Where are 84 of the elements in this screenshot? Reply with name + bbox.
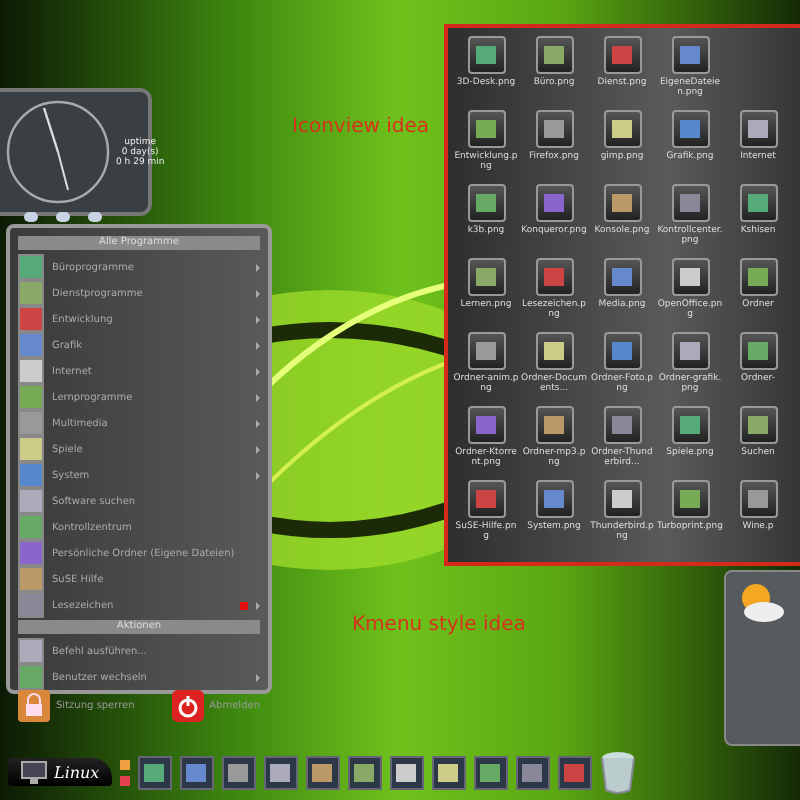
- app-tile-icon: [535, 406, 573, 444]
- widget-button[interactable]: [56, 212, 70, 222]
- widget-button[interactable]: [88, 212, 102, 222]
- app-tile-icon: [603, 110, 641, 148]
- app-tile-icon: [535, 258, 573, 296]
- submenu-arrow-icon: [256, 367, 260, 375]
- widget-button[interactable]: [24, 212, 38, 222]
- taskbar-app-icon[interactable]: [557, 755, 592, 789]
- action-icon: [18, 664, 44, 690]
- submenu-arrow-icon: [256, 673, 260, 681]
- trash-can-icon: [599, 750, 636, 794]
- app-category-icon: [18, 514, 44, 540]
- app-tile-icon: [671, 184, 709, 222]
- app-tile-icon: [739, 258, 777, 296]
- app-tile-icon: [467, 406, 505, 444]
- app-tile-icon: [671, 258, 709, 296]
- app-tile-icon: [671, 332, 709, 370]
- app-tile-icon: [603, 258, 641, 296]
- app-category-icon: [18, 306, 44, 332]
- app-category-icon: [18, 462, 44, 488]
- submenu-arrow-icon: [256, 601, 260, 609]
- app-tile-icon: [467, 110, 505, 148]
- app-tile-icon: [535, 332, 573, 370]
- app-category-icon: [18, 254, 44, 280]
- app-category-icon: [18, 358, 44, 384]
- taskbar-app-icon[interactable]: [221, 755, 256, 789]
- app-tile-icon: [671, 36, 709, 74]
- app-tile-icon: [739, 406, 777, 444]
- submenu-arrow-icon: [256, 419, 260, 427]
- app-tile-icon: [535, 480, 573, 518]
- taskbar-app-icon[interactable]: [473, 755, 508, 789]
- app-tile-icon: [671, 480, 709, 518]
- app-category-icon: [18, 592, 44, 618]
- monitor-icon: [20, 760, 48, 784]
- app-tile-icon: [739, 332, 777, 370]
- app-tile-icon: [603, 332, 641, 370]
- app-category-icon: [18, 332, 44, 358]
- desktop-label: Kmenu style idea: [352, 614, 526, 636]
- taskbar-app-icon[interactable]: [137, 755, 172, 789]
- app-tile-icon: [739, 480, 777, 518]
- taskbar-app-icon[interactable]: [389, 755, 424, 789]
- app-category-icon: [18, 436, 44, 462]
- app-tile-icon: [535, 184, 573, 222]
- taskbar-app-icon[interactable]: [263, 755, 298, 789]
- app-tile-icon: [603, 480, 641, 518]
- submenu-arrow-icon: [256, 341, 260, 349]
- app-tile-icon: [535, 110, 573, 148]
- app-category-icon: [18, 280, 44, 306]
- taskbar-app-icon[interactable]: [179, 755, 214, 789]
- app-tile-icon: [739, 184, 777, 222]
- app-tile-icon: [739, 110, 777, 148]
- submenu-arrow-icon: [256, 445, 260, 453]
- app-tile-icon: [467, 258, 505, 296]
- app-tile-icon: [603, 406, 641, 444]
- app-tile-icon: [535, 36, 573, 74]
- submenu-arrow-icon: [256, 289, 260, 297]
- app-category-icon: [18, 566, 44, 592]
- app-category-icon: [18, 488, 44, 514]
- app-tile-icon: [671, 110, 709, 148]
- app-category-icon: [18, 384, 44, 410]
- app-tile-icon: [603, 36, 641, 74]
- app-tile-icon: [467, 36, 505, 74]
- flag-icon: [240, 601, 248, 609]
- submenu-arrow-icon: [256, 471, 260, 479]
- app-tile-icon: [467, 332, 505, 370]
- power-icon: [171, 690, 204, 722]
- app-tile-icon: [467, 480, 505, 518]
- taskbar-app-icon[interactable]: [515, 755, 550, 789]
- padlock-icon: [18, 690, 50, 722]
- submenu-arrow-icon: [256, 263, 260, 271]
- app-category-icon: [18, 540, 44, 566]
- taskbar-app-icon[interactable]: [431, 755, 466, 789]
- action-icon: [18, 638, 44, 664]
- submenu-arrow-icon: [256, 393, 260, 401]
- app-tile-icon: [671, 406, 709, 444]
- taskbar-app-icon[interactable]: [305, 755, 340, 789]
- start-button[interactable]: Linux: [8, 758, 112, 786]
- taskbar-app-icon[interactable]: [347, 755, 382, 789]
- desktop-label: Iconview idea: [292, 116, 430, 138]
- analog-clock-icon: [4, 98, 112, 206]
- submenu-arrow-icon: [256, 315, 260, 323]
- app-category-icon: [18, 410, 44, 436]
- app-tile-icon: [467, 184, 505, 222]
- app-tile-icon: [603, 184, 641, 222]
